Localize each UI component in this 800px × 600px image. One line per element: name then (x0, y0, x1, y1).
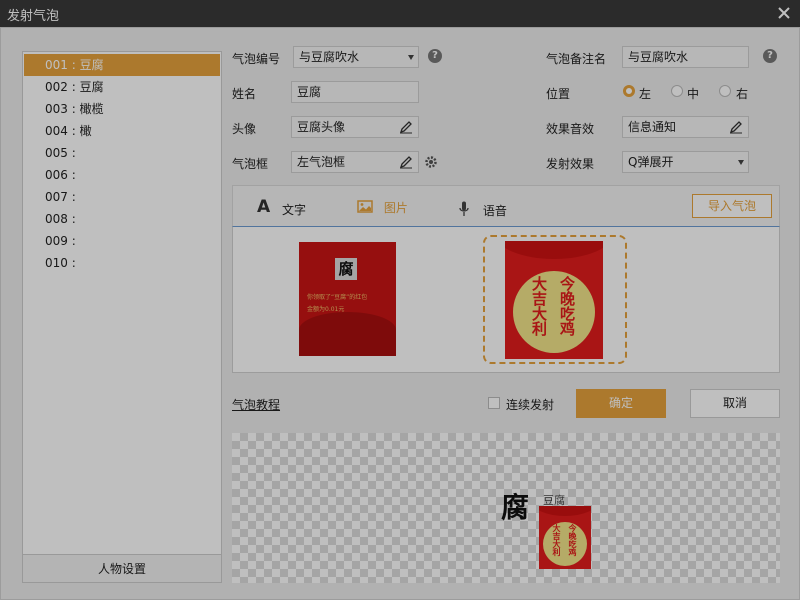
image-icon (357, 200, 373, 213)
red-envelope: 大吉大利 今晚吃鸡 (505, 241, 603, 359)
tab-image-label: 图片 (383, 201, 408, 215)
edit-icon[interactable] (399, 120, 413, 134)
text-icon: A (257, 197, 271, 217)
list-item[interactable]: 001 : 豆腐 (24, 54, 220, 76)
preview-envelope-circle (543, 522, 587, 566)
effect-label: 发射效果 (546, 157, 595, 171)
bubble-tutorial-link[interactable]: 气泡教程 (232, 396, 280, 413)
list-item[interactable]: 005 : (24, 142, 220, 164)
edit-icon[interactable] (399, 155, 413, 169)
envelope-flap (505, 241, 603, 259)
sound-value: 信息通知 (628, 120, 677, 134)
window-title: 发射气泡 (7, 9, 60, 24)
position-right-label: 右 (736, 87, 749, 101)
gear-icon[interactable] (424, 155, 438, 169)
position-center-label: 中 (687, 87, 700, 101)
bubble-preview: 腐 豆腐 大吉大利 今晚吃鸡 (232, 433, 780, 583)
position-left-radio[interactable] (623, 85, 635, 97)
list-item[interactable]: 006 : (24, 164, 220, 186)
position-right-radio[interactable] (719, 85, 731, 97)
position-left-label: 左 (639, 87, 652, 101)
chevron-down-icon (738, 160, 744, 165)
tab-text-label: 文字 (282, 203, 307, 217)
sound-input[interactable]: 信息通知 (622, 116, 749, 138)
bubble-id-label: 气泡编号 (232, 52, 281, 66)
card-avatar: 腐 (335, 258, 357, 280)
avatar-label: 头像 (232, 122, 257, 136)
bubble-card-2-selected[interactable]: 大吉大利 今晚吃鸡 (483, 235, 627, 364)
name-input[interactable]: 豆腐 (291, 81, 419, 103)
image-gallery: 腐 你领取了“豆腐”的红包 金额为0.01元 大吉大利 今晚吃鸡 (232, 226, 780, 373)
bubble-id-select[interactable]: 与豆腐吹水 (293, 46, 419, 68)
list-item[interactable]: 009 : (24, 230, 220, 252)
envelope-right-text: 今晚吃鸡 (558, 276, 576, 336)
note-label: 气泡备注名 (546, 52, 607, 66)
frame-value: 左气泡框 (297, 155, 346, 169)
tab-text[interactable]: A 文字 (257, 197, 307, 217)
import-bubble-button[interactable]: 导入气泡 (692, 194, 772, 218)
sound-label: 效果音效 (546, 122, 595, 136)
effect-select[interactable]: Q弹展开 (622, 151, 749, 173)
list-item[interactable]: 010 : (24, 252, 220, 274)
microphone-icon (459, 201, 469, 216)
tab-image[interactable]: 图片 (357, 199, 408, 217)
frame-label: 气泡框 (232, 157, 269, 171)
preview-envelope-flap (539, 506, 591, 516)
card-line-1: 你领取了“豆腐”的红包 (307, 294, 368, 301)
continuous-fire-label: 连续发射 (506, 398, 555, 412)
position-label: 位置 (546, 87, 571, 101)
ok-button[interactable]: 确定 (576, 389, 666, 418)
bubble-card-1[interactable]: 腐 你领取了“豆腐”的红包 金额为0.01元 (299, 242, 396, 356)
list-item[interactable]: 004 : 橄 (24, 120, 220, 142)
bubble-id-value: 与豆腐吹水 (299, 50, 360, 64)
dialog-body: 001 : 豆腐 002 : 豆腐 003 : 橄榄 004 : 橄 005 :… (0, 27, 800, 600)
preview-right-text: 今晚吃鸡 (568, 524, 577, 556)
envelope-left-text: 大吉大利 (530, 276, 548, 336)
continuous-fire-checkbox[interactable] (488, 397, 500, 409)
frame-input[interactable]: 左气泡框 (291, 151, 419, 173)
preview-avatar: 腐 (501, 491, 530, 524)
help-icon[interactable]: ? (428, 49, 442, 63)
envelope-circle (513, 271, 595, 353)
content-tabs: A 文字 图片 语音 导入气泡 (232, 185, 780, 227)
chevron-down-icon (408, 55, 414, 60)
note-input[interactable]: 与豆腐吹水 (622, 46, 749, 68)
name-value: 豆腐 (297, 85, 322, 99)
cancel-button[interactable]: 取消 (690, 389, 780, 418)
close-icon[interactable] (776, 5, 792, 21)
note-value: 与豆腐吹水 (628, 50, 689, 64)
list-item[interactable]: 008 : (24, 208, 220, 230)
preview-envelope: 大吉大利 今晚吃鸡 (539, 506, 591, 569)
list-item[interactable]: 003 : 橄榄 (24, 98, 220, 120)
tab-voice[interactable]: 语音 (459, 199, 507, 218)
character-settings-button[interactable]: 人物设置 (22, 554, 222, 583)
avatar-input[interactable]: 豆腐头像 (291, 116, 419, 138)
title-bar: 发射气泡 (0, 0, 800, 27)
position-center-radio[interactable] (671, 85, 683, 97)
card-line-2: 金额为0.01元 (307, 306, 345, 313)
preview-left-text: 大吉大利 (552, 524, 561, 556)
character-list: 001 : 豆腐 002 : 豆腐 003 : 橄榄 004 : 橄 005 :… (22, 51, 222, 581)
name-label: 姓名 (232, 87, 257, 101)
tab-voice-label: 语音 (482, 204, 507, 218)
effect-value: Q弹展开 (628, 155, 674, 169)
list-item[interactable]: 007 : (24, 186, 220, 208)
list-item[interactable]: 002 : 豆腐 (24, 76, 220, 98)
card-bottom-shape (299, 312, 396, 356)
avatar-value: 豆腐头像 (297, 120, 346, 134)
edit-icon[interactable] (729, 120, 743, 134)
help-icon[interactable]: ? (763, 49, 777, 63)
